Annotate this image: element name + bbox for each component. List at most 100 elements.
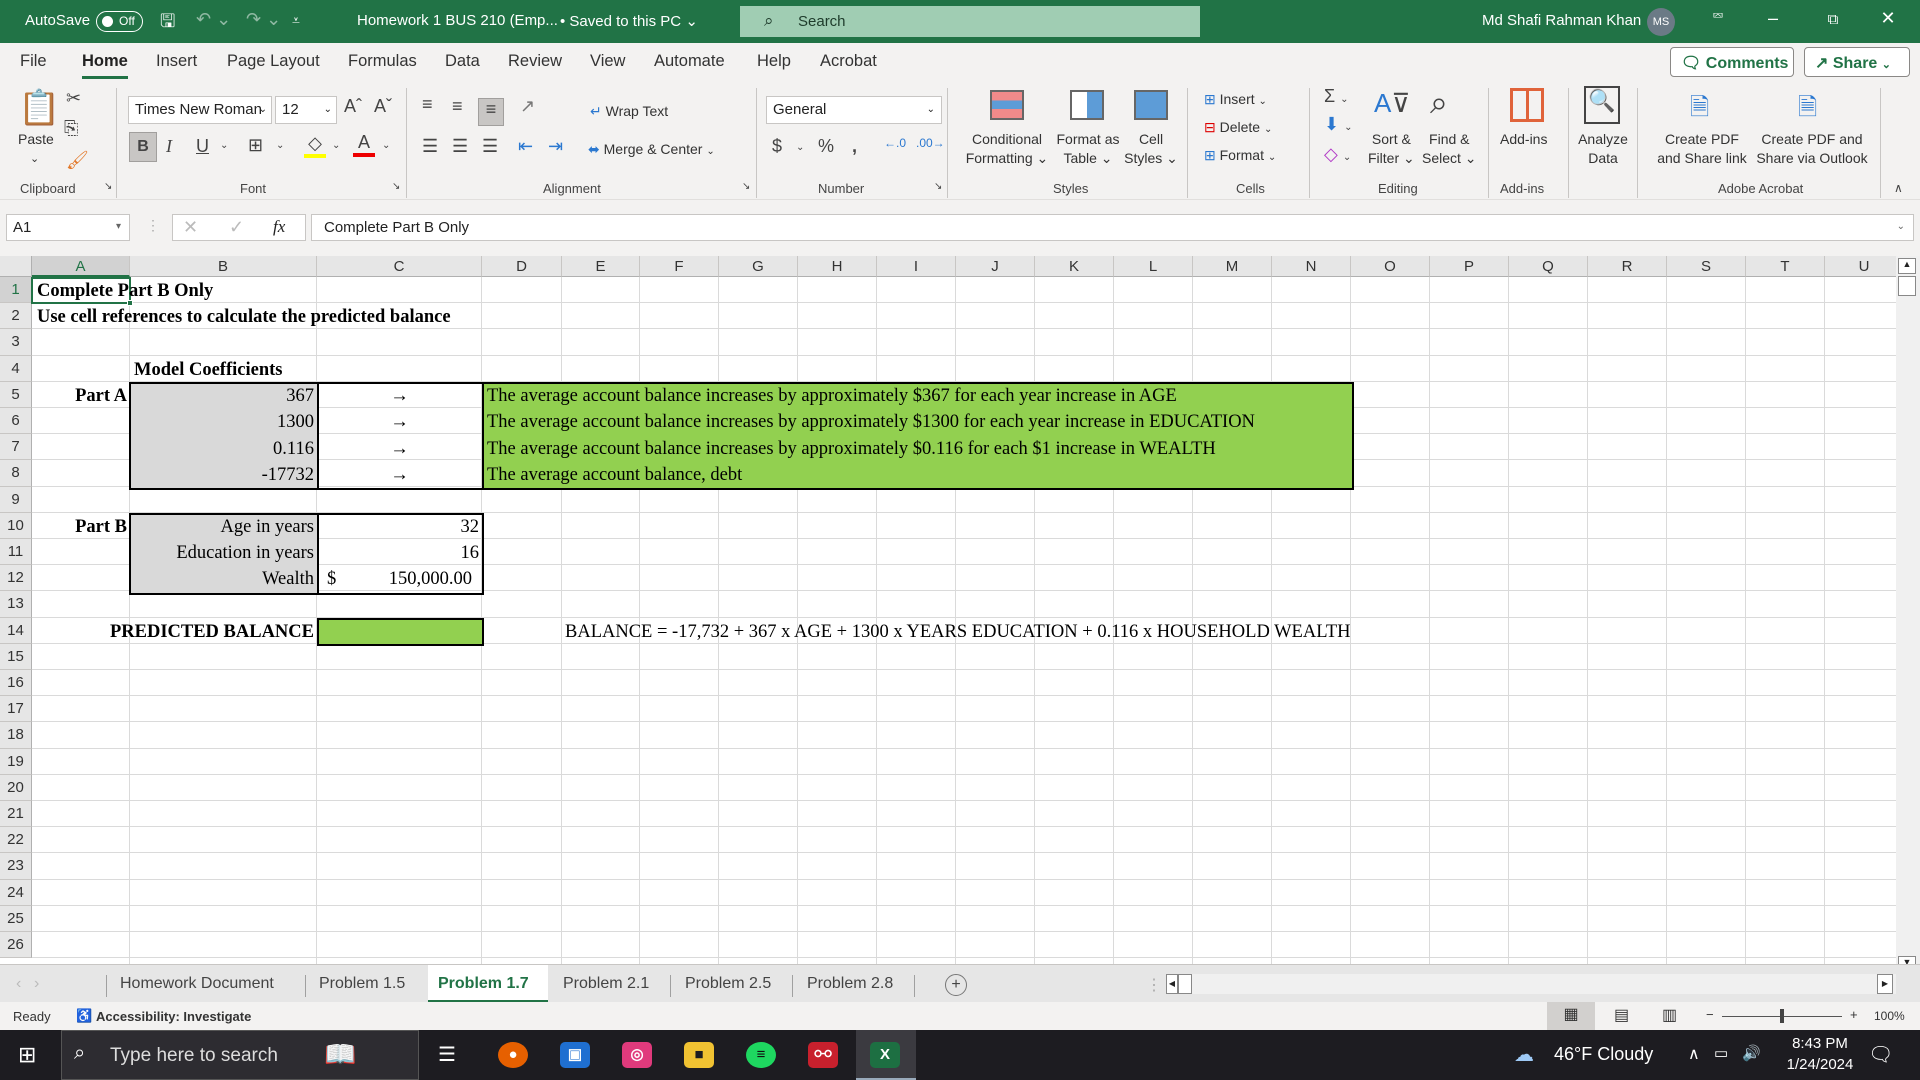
cell-C8[interactable]: → (317, 462, 482, 488)
column-header-K[interactable]: K (1035, 256, 1114, 277)
chevron-down-icon[interactable]: ⌄ (332, 140, 340, 151)
delete-cells-button[interactable]: ⊟ Delete ⌄ (1204, 118, 1272, 139)
file-explorer-icon[interactable]: ■ (684, 1042, 714, 1068)
row-header-6[interactable]: 6 (0, 408, 32, 435)
chevron-down-icon[interactable]: ⌄ (382, 140, 390, 151)
minimize-icon[interactable]: – (1753, 8, 1793, 29)
row-header-24[interactable]: 24 (0, 879, 32, 906)
column-header-S[interactable]: S (1667, 256, 1746, 277)
paste-button[interactable]: Paste (18, 130, 54, 149)
orientation-icon[interactable]: ↗ (520, 96, 535, 117)
copy-icon[interactable]: ⎘ (64, 118, 78, 139)
create-pdf-share-link-button[interactable]: Create PDF and Share link (1654, 130, 1750, 168)
drag-handle-icon[interactable]: ⋮ (146, 217, 160, 234)
find-select-button[interactable]: Find & Select ⌄ (1422, 130, 1477, 168)
percent-button[interactable]: % (818, 136, 834, 157)
horizontal-scrollbar[interactable]: ◀ (1166, 974, 1896, 994)
format-as-table-button[interactable]: Format as Table ⌄ (1052, 130, 1124, 168)
cell-B7[interactable]: 0.116 (130, 436, 317, 462)
ribbon-display-icon[interactable]: ⮹ (1698, 8, 1738, 25)
taskbar-search[interactable]: ⌕ Type here to search 📖 (61, 1030, 419, 1080)
row-header-12[interactable]: 12 (0, 565, 32, 592)
column-header-G[interactable]: G (719, 256, 798, 277)
row-header-1[interactable]: 1 (0, 277, 32, 304)
column-header-C[interactable]: C (317, 256, 482, 277)
format-cells-button[interactable]: ⊞ Format ⌄ (1204, 146, 1276, 167)
conditional-formatting-icon[interactable] (990, 90, 1024, 120)
sheet-tab-problem-1-5[interactable]: Problem 1.5 (319, 975, 405, 993)
align-right-icon[interactable]: ☰ (482, 136, 498, 157)
avatar[interactable]: MS (1647, 8, 1675, 36)
row-header-20[interactable]: 20 (0, 774, 32, 801)
autosave-toggle[interactable]: Off (96, 11, 143, 32)
document-title[interactable]: Homework 1 BUS 210 (Emp... (357, 12, 558, 29)
accessibility-status[interactable]: Accessibility: Investigate (96, 1009, 251, 1024)
cell-D7[interactable]: The average account balance increases by… (484, 436, 1219, 462)
align-left-icon[interactable]: ☰ (422, 136, 438, 157)
scroll-right-icon[interactable]: ▶ (1877, 974, 1893, 994)
decrease-font-icon[interactable]: Aˇ (374, 96, 392, 117)
dialog-launcher-icon[interactable]: ↘ (392, 181, 400, 192)
merge-center-button[interactable]: ⬌ Merge & Center ⌄ (588, 140, 715, 161)
borders-icon[interactable]: ⊞ (248, 135, 263, 156)
acrobat-icon[interactable]: ⯻ (808, 1042, 838, 1068)
create-pdf-outlook-button[interactable]: Create PDF and Share via Outlook (1752, 130, 1872, 168)
column-header-D[interactable]: D (482, 256, 562, 277)
conditional-formatting-button[interactable]: Conditional Formatting ⌄ (962, 130, 1052, 168)
column-header-J[interactable]: J (956, 256, 1035, 277)
tab-formulas[interactable]: Formulas (348, 52, 417, 71)
close-icon[interactable]: ✕ (1868, 8, 1908, 29)
tab-review[interactable]: Review (508, 52, 562, 71)
tab-acrobat[interactable]: Acrobat (820, 52, 877, 71)
increase-indent-icon[interactable]: ⇥ (548, 136, 563, 157)
tab-home[interactable]: Home (82, 52, 128, 79)
show-hidden-icons[interactable]: ∧ (1688, 1044, 1700, 1064)
insert-function-icon[interactable]: fx (273, 217, 285, 237)
row-header-16[interactable]: 16 (0, 670, 32, 697)
pdf-outlook-icon[interactable]: 🗎 (1798, 90, 1817, 131)
zoom-in-icon[interactable]: + (1850, 1007, 1858, 1022)
column-header-A[interactable]: A (32, 256, 130, 277)
firefox-icon[interactable]: ● (498, 1042, 528, 1068)
spreadsheet-grid[interactable]: ABCDEFGHIJKLMNOPQRSTU 1 2 3 4 5 6 7 8 9 10 11 12 13 1… (0, 256, 1896, 964)
scroll-thumb[interactable] (1898, 276, 1916, 296)
vertical-scrollbar[interactable]: ▲ ▼ (1896, 256, 1920, 972)
analyze-data-icon[interactable]: 🔍 (1584, 86, 1620, 124)
tab-file[interactable]: File (20, 52, 47, 71)
add-ins-button[interactable]: Add-ins (1500, 130, 1547, 149)
sheet-tab-problem-2-8[interactable]: Problem 2.8 (807, 975, 893, 993)
row-header-13[interactable]: 13 (0, 591, 32, 618)
comma-style-button[interactable]: , (852, 136, 857, 157)
cell-D6[interactable]: The average account balance increases by… (484, 409, 1258, 435)
tab-data[interactable]: Data (445, 52, 480, 71)
user-name[interactable]: Md Shafi Rahman Khan (1482, 12, 1641, 29)
cell-E14[interactable]: BALANCE = -17,732 + 367 x AGE + 1300 x Y… (562, 619, 1353, 645)
restore-icon[interactable]: ⧉ (1813, 11, 1853, 28)
fill-icon[interactable]: ⬇ ⌄ (1324, 114, 1352, 135)
volume-icon[interactable]: 🔊 (1742, 1044, 1761, 1062)
search-input[interactable]: ⌕ Search (740, 6, 1200, 37)
column-header-R[interactable]: R (1588, 256, 1667, 277)
share-button[interactable]: ↗ Share ⌄ (1804, 47, 1910, 77)
align-bottom-icon[interactable]: ≡ (478, 98, 504, 126)
format-painter-icon[interactable]: 🖌 (66, 150, 89, 171)
column-header-Q[interactable]: Q (1509, 256, 1588, 277)
sheet-tab-problem-1-7[interactable]: Problem 1.7 (438, 975, 529, 993)
row-header-8[interactable]: 8 (0, 460, 32, 487)
row-header-15[interactable]: 15 (0, 643, 32, 670)
dialog-launcher-icon[interactable]: ↘ (742, 181, 750, 192)
tab-insert[interactable]: Insert (156, 52, 197, 71)
decrease-indent-icon[interactable]: ⇤ (518, 136, 533, 157)
hscroll-thumb[interactable] (1178, 974, 1192, 994)
column-header-P[interactable]: P (1430, 256, 1509, 277)
currency-button[interactable]: $ (772, 136, 782, 157)
row-header-19[interactable]: 19 (0, 748, 32, 775)
align-center-icon[interactable]: ☰ (452, 136, 468, 157)
cell-B6[interactable]: 1300 (130, 409, 317, 435)
enter-icon[interactable]: ✓ (229, 217, 244, 238)
increase-font-icon[interactable]: Aˆ (344, 96, 362, 117)
formula-input[interactable]: Complete Part B Only ⌄ (311, 214, 1914, 241)
column-header-O[interactable]: O (1351, 256, 1430, 277)
column-header-I[interactable]: I (877, 256, 956, 277)
increase-decimal-icon[interactable]: ←.0 (884, 136, 906, 150)
